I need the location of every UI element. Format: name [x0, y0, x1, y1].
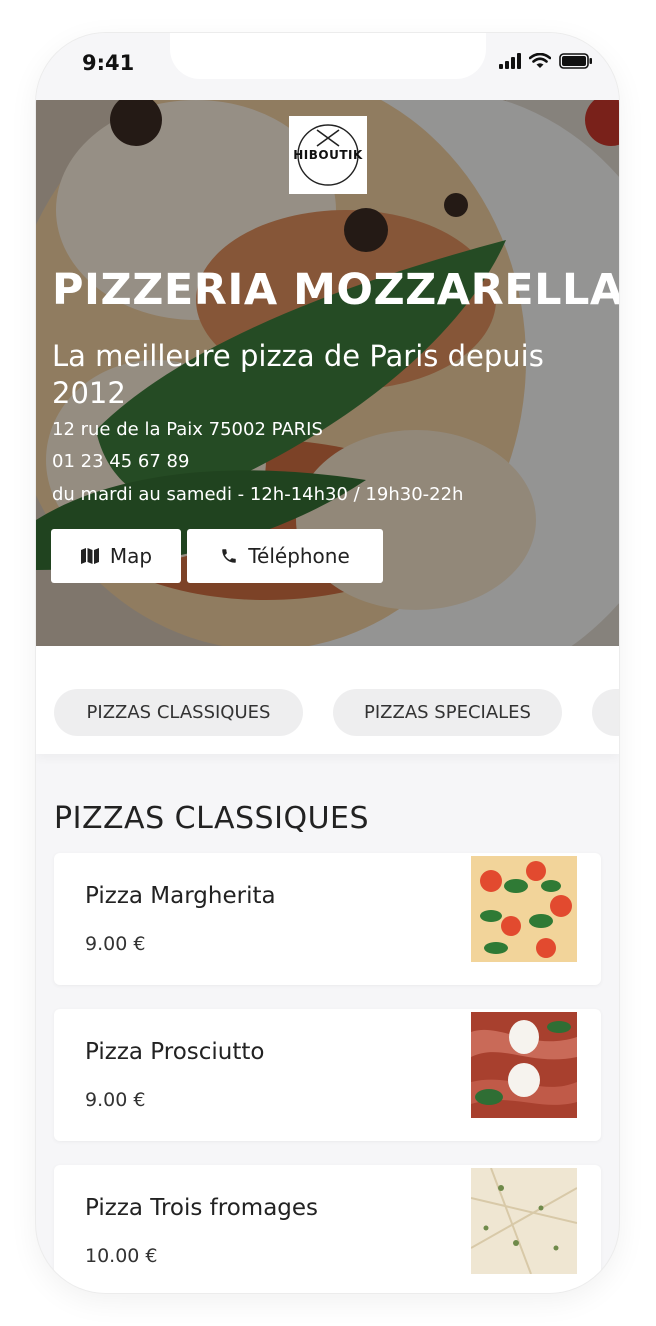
menu-item-image [471, 856, 577, 962]
signal-icon [499, 53, 521, 69]
phone-button[interactable]: Téléphone [187, 529, 383, 583]
battery-icon [559, 53, 592, 69]
menu-item-card[interactable]: Pizza Trois fromages 10.00 € [54, 1165, 601, 1293]
menu-item-image [471, 1168, 577, 1274]
phone-button-label: Téléphone [248, 544, 350, 568]
map-button[interactable]: Map [51, 529, 181, 583]
logo-text: HIBOUTIK [293, 148, 363, 162]
restaurant-phone: 01 23 45 67 89 [52, 451, 190, 472]
status-icons [499, 53, 593, 69]
category-tab-speciales[interactable]: PIZZAS SPECIALES [333, 689, 562, 736]
wifi-icon [529, 53, 551, 68]
menu-item-card[interactable]: Pizza Prosciutto 9.00 € [54, 1009, 601, 1141]
restaurant-tagline: La meilleure pizza de Paris depuis 2012 [52, 339, 544, 410]
menu-item-image [471, 1012, 577, 1118]
phone-icon [222, 549, 236, 563]
category-tabs: PIZZAS CLASSIQUES PIZZAS SPECIALES [36, 646, 619, 754]
restaurant-hours: du mardi au samedi - 12h-14h30 / 19h30-2… [52, 484, 464, 505]
menu-item-card[interactable]: Pizza Margherita 9.00 € [54, 853, 601, 985]
hero-banner: HIBOUTIK PIZZERIA MOZZARELLA La meilleur… [36, 100, 619, 646]
restaurant-address: 12 rue de la Paix 75002 PARIS [52, 419, 323, 440]
menu-item-price: 9.00 € [85, 1089, 146, 1111]
phone-frame: 9:41 HIBOUTIK PIZZERIA MOZZARELLA La mei… [36, 33, 619, 1293]
notch [170, 33, 486, 79]
section-title: PIZZAS CLASSIQUES [54, 801, 370, 836]
map-icon [80, 548, 99, 564]
menu-item-price: 10.00 € [85, 1245, 158, 1267]
status-bar: 9:41 [36, 33, 619, 100]
category-tab-more[interactable] [592, 689, 619, 736]
restaurant-logo: HIBOUTIK [289, 116, 367, 194]
status-time: 9:41 [82, 51, 135, 75]
map-button-label: Map [109, 544, 153, 568]
menu-item-name: Pizza Prosciutto [85, 1039, 265, 1065]
menu-item-name: Pizza Trois fromages [85, 1195, 319, 1221]
category-tab-classiques[interactable]: PIZZAS CLASSIQUES [54, 689, 303, 736]
menu-item-price: 9.00 € [85, 933, 146, 955]
menu-item-name: Pizza Margherita [85, 883, 276, 909]
restaurant-name: PIZZERIA MOZZARELLA [52, 265, 619, 315]
